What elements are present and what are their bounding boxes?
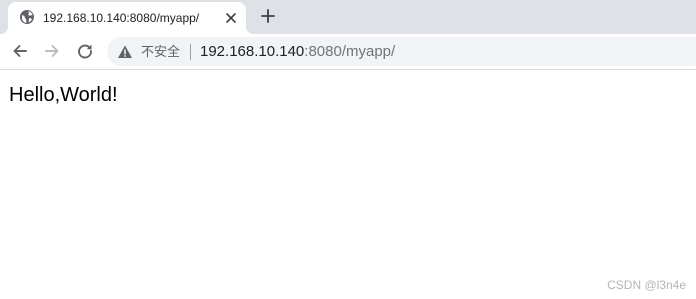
arrow-right-icon[interactable] xyxy=(42,41,62,61)
plus-icon[interactable] xyxy=(258,6,278,26)
url-text[interactable]: 192.168.10.140:8080/myapp/ xyxy=(200,43,395,60)
security-label[interactable]: 不安全 xyxy=(141,44,180,60)
watermark: CSDN @l3n4e xyxy=(607,278,686,292)
url-host: 192.168.10.140 xyxy=(200,43,305,60)
arrow-left-icon[interactable] xyxy=(10,41,30,61)
close-icon[interactable] xyxy=(223,10,239,26)
address-divider xyxy=(190,44,191,60)
reload-icon[interactable] xyxy=(75,41,95,61)
tab-strip: 192.168.10.140:8080/myapp/ xyxy=(0,0,696,34)
page-content: Hello,World! CSDN @l3n4e xyxy=(0,70,696,299)
address-bar[interactable]: 不安全 192.168.10.140:8080/myapp/ xyxy=(107,37,696,66)
page-body-text: Hello,World! xyxy=(9,84,118,106)
globe-icon xyxy=(20,10,34,24)
browser-toolbar: 不安全 192.168.10.140:8080/myapp/ xyxy=(0,34,696,70)
tab-title: 192.168.10.140:8080/myapp/ xyxy=(43,11,200,25)
warning-triangle-icon[interactable] xyxy=(117,44,133,60)
url-path: :8080/myapp/ xyxy=(304,43,396,60)
browser-tab[interactable]: 192.168.10.140:8080/myapp/ xyxy=(0,2,254,34)
